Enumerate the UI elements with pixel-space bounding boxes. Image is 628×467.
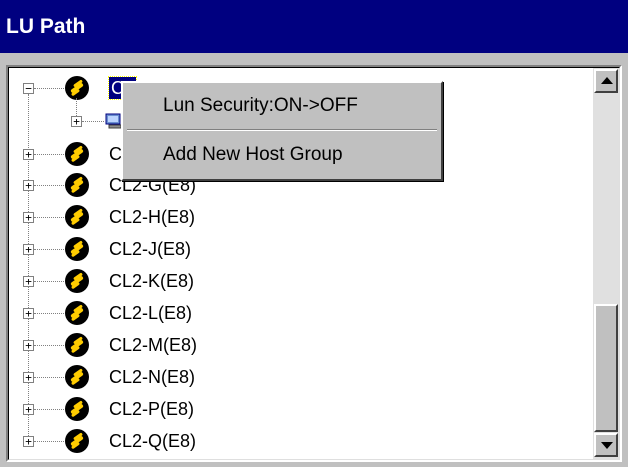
tree-row-port[interactable]: + CL2-J(E8) xyxy=(9,233,595,265)
tree-connector xyxy=(34,185,64,186)
scroll-down-arrow-icon xyxy=(601,442,613,449)
panel-separator xyxy=(0,53,628,63)
expand-toggle[interactable]: + xyxy=(23,244,34,255)
context-menu: Lun Security:ON->OFF Add New Host Group xyxy=(121,81,443,181)
expand-toggle[interactable]: + xyxy=(23,340,34,351)
port-label[interactable]: CL2-N(E8) xyxy=(109,366,195,388)
port-label[interactable]: CL2-H(E8) xyxy=(109,206,195,228)
scroll-up-arrow-icon xyxy=(601,77,613,84)
tree-row-port[interactable]: + CL2-K(E8) xyxy=(9,265,595,297)
tree-row-port[interactable]: + CL2-N(E8) xyxy=(9,361,595,393)
tree-connector xyxy=(34,154,64,155)
expand-toggle[interactable]: + xyxy=(23,180,34,191)
menu-item-add-host-group[interactable]: Add New Host Group xyxy=(125,133,439,177)
tree-row-port[interactable]: + CL2-Q(E8) xyxy=(9,425,595,457)
scrollbar-thumb[interactable] xyxy=(594,304,618,432)
fibre-port-icon xyxy=(65,365,89,389)
fibre-port-icon xyxy=(65,205,89,229)
scroll-down-button[interactable] xyxy=(594,433,618,457)
tree-connector xyxy=(34,377,64,378)
tree-connector xyxy=(34,313,64,314)
fibre-port-icon xyxy=(65,173,89,197)
expand-toggle[interactable]: + xyxy=(23,404,34,415)
port-label[interactable]: CL2-J(E8) xyxy=(109,238,191,260)
expand-toggle[interactable]: + xyxy=(23,212,34,223)
menu-item-label: Add New Host Group xyxy=(163,144,343,165)
tree-row-port[interactable]: + CL2-M(E8) xyxy=(9,329,595,361)
tree-connector xyxy=(34,441,64,442)
tree-connector xyxy=(34,345,64,346)
menu-item-lun-security[interactable]: Lun Security:ON->OFF xyxy=(125,84,439,128)
window-title-bar: LU Path xyxy=(0,0,628,53)
expand-toggle[interactable]: + xyxy=(71,116,82,127)
port-label[interactable]: CL2-L(E8) xyxy=(109,302,192,324)
expand-toggle[interactable]: + xyxy=(23,436,34,447)
vertical-scrollbar[interactable] xyxy=(593,68,619,459)
tree-connector xyxy=(82,121,104,122)
tree-row-port[interactable]: + CL2-H(E8) xyxy=(9,201,595,233)
expand-toggle[interactable]: + xyxy=(23,149,34,160)
fibre-port-icon xyxy=(65,301,89,325)
tree-connector xyxy=(34,249,64,250)
port-label[interactable]: CL2-K(E8) xyxy=(109,270,194,292)
lu-path-window: LU Path − CL + xyxy=(0,0,628,467)
fibre-port-icon xyxy=(65,237,89,261)
expand-toggle[interactable]: + xyxy=(23,308,34,319)
tree-row-port[interactable]: + CL2-P(E8) xyxy=(9,393,595,425)
menu-item-label: Lun Security:ON->OFF xyxy=(163,95,358,116)
expand-toggle[interactable]: + xyxy=(23,276,34,287)
fibre-port-icon xyxy=(65,142,89,166)
fibre-port-icon xyxy=(65,269,89,293)
expand-toggle[interactable]: + xyxy=(23,372,34,383)
tree-connector xyxy=(34,281,64,282)
port-label[interactable]: CL2-Q(E8) xyxy=(109,430,196,452)
fibre-port-icon xyxy=(65,397,89,421)
scroll-up-button[interactable] xyxy=(594,69,618,93)
fibre-port-icon xyxy=(65,76,89,100)
menu-separator xyxy=(127,129,437,131)
collapse-toggle[interactable]: − xyxy=(23,83,34,94)
tree-row-port[interactable]: + CL2-L(E8) xyxy=(9,297,595,329)
fibre-port-icon xyxy=(65,333,89,357)
tree-connector xyxy=(34,409,64,410)
tree-connector xyxy=(34,217,64,218)
port-label[interactable]: CL2-P(E8) xyxy=(109,398,194,420)
window-title: LU Path xyxy=(6,14,86,38)
fibre-port-icon xyxy=(65,429,89,453)
tree-connector xyxy=(34,88,64,89)
port-label[interactable]: CL2-M(E8) xyxy=(109,334,197,356)
